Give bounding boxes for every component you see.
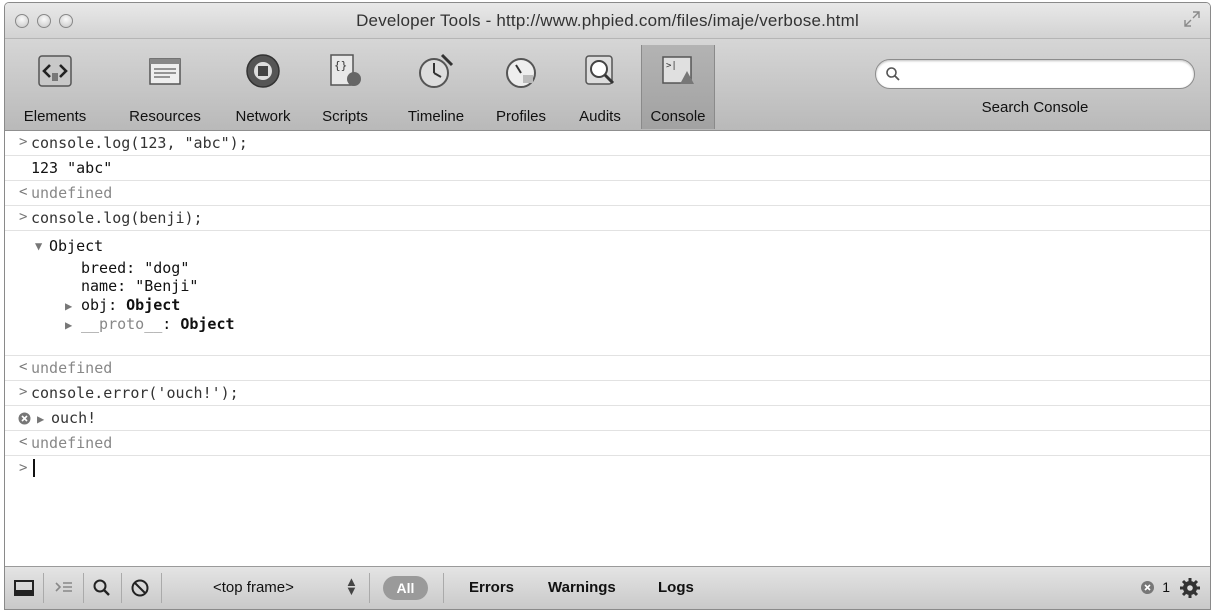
result-value: undefined: [31, 184, 113, 202]
result-value: undefined: [31, 434, 113, 452]
search-icon[interactable]: [91, 577, 113, 599]
collapsed-triangle-icon[interactable]: ▶: [65, 299, 72, 313]
console-icon: >|: [662, 56, 694, 84]
console-input-row: > console.log(benji);: [5, 206, 1210, 231]
error-icon: [1141, 581, 1154, 594]
error-message[interactable]: ouch!: [51, 409, 96, 427]
console-output[interactable]: > console.log(123, "abc"); 123 "abc" < u…: [5, 131, 1210, 568]
status-bar: <top frame> ▲ ▼ All Errors Warnings Logs …: [5, 566, 1210, 609]
title-bar: Developer Tools - http://www.phpied.com/…: [5, 3, 1210, 39]
tab-label: Audits: [579, 108, 621, 125]
text-caret: [33, 458, 35, 477]
tab-console[interactable]: >| Console: [641, 45, 715, 129]
svg-text:{}: {}: [334, 59, 347, 72]
console-command: console.error('ouch!');: [31, 384, 239, 402]
tab-label: Console: [650, 108, 706, 125]
result-value: undefined: [31, 359, 113, 377]
property-key: breed: [81, 259, 127, 277]
console-result-row: < undefined: [5, 431, 1210, 456]
devtools-window: Developer Tools - http://www.phpied.com/…: [4, 2, 1211, 610]
console-result-row: < undefined: [5, 356, 1210, 381]
tab-label: Scripts: [322, 108, 368, 125]
filter-errors-button[interactable]: Errors: [469, 579, 514, 596]
property-value: "Benji": [135, 277, 199, 295]
expanded-triangle-icon[interactable]: ▼: [35, 239, 42, 253]
collapsed-triangle-icon[interactable]: ▶: [65, 318, 72, 332]
timeline-icon: [419, 53, 454, 88]
divider: [443, 573, 444, 603]
resources-icon: [149, 58, 181, 85]
search-input[interactable]: [906, 64, 1186, 84]
search-console-field[interactable]: [875, 59, 1195, 89]
divider: [43, 573, 44, 603]
console-input-row: > console.error('ouch!');: [5, 381, 1210, 406]
object-property: breed: "dog": [81, 259, 190, 277]
show-console-drawer-icon[interactable]: [53, 577, 75, 599]
tab-profiles[interactable]: Profiles: [485, 45, 557, 129]
svg-text:>|: >|: [666, 61, 677, 71]
tab-label: Elements: [23, 108, 87, 125]
property-value: Object: [126, 296, 181, 314]
scripts-icon: {}: [330, 54, 361, 86]
collapsed-triangle-icon[interactable]: ▶: [37, 412, 44, 426]
property-value: "dog": [144, 259, 190, 277]
error-icon: [18, 412, 31, 425]
object-child[interactable]: obj: Object: [81, 296, 180, 314]
tab-label: Timeline: [407, 108, 465, 125]
object-header[interactable]: Object: [49, 237, 103, 255]
object-child[interactable]: __proto__: Object: [81, 315, 235, 333]
profiles-icon: [506, 58, 536, 88]
filter-all-button[interactable]: All: [383, 576, 428, 600]
object-tree: ▼ Object breed: "dog" name: "Benji" ▶ ob…: [5, 231, 1210, 356]
console-command: console.log(123, "abc");: [31, 134, 248, 152]
property-key: obj: [81, 296, 109, 314]
elements-icon: [38, 55, 72, 87]
prompt-input[interactable]: [31, 458, 35, 477]
console-error-row: ▶ ouch!: [5, 406, 1210, 431]
property-key: name: [81, 277, 118, 295]
divider: [83, 573, 84, 603]
object-property: name: "Benji": [81, 277, 199, 295]
tab-elements[interactable]: Elements: [11, 45, 99, 129]
property-key: __proto__: [81, 315, 163, 333]
chevron-up-down-icon[interactable]: ▲ ▼: [345, 575, 358, 597]
frame-selector[interactable]: <top frame>: [213, 579, 294, 596]
gear-icon[interactable]: [1178, 576, 1202, 600]
console-command: console.log(benji);: [31, 209, 203, 227]
network-icon: [246, 54, 280, 88]
tab-label: Network: [235, 108, 291, 125]
tab-audits[interactable]: Audits: [567, 45, 633, 129]
search-console-label: Search Console: [981, 99, 1089, 116]
tab-scripts[interactable]: {} Scripts: [311, 45, 379, 129]
tab-label: Profiles: [495, 108, 547, 125]
clear-console-icon[interactable]: [129, 577, 151, 599]
window-title: Developer Tools - http://www.phpied.com/…: [356, 11, 859, 30]
divider: [369, 573, 370, 603]
dock-toggle-icon[interactable]: [13, 577, 35, 599]
fullscreen-icon[interactable]: [1184, 11, 1200, 27]
filter-logs-button[interactable]: Logs: [658, 579, 694, 596]
console-prompt[interactable]: >: [5, 456, 1210, 568]
audits-icon: [585, 55, 615, 85]
filter-warnings-button[interactable]: Warnings: [548, 579, 616, 596]
log-message: 123 "abc": [31, 159, 113, 177]
tab-timeline[interactable]: Timeline: [393, 45, 479, 129]
tab-network[interactable]: Network: [221, 45, 305, 129]
divider: [121, 573, 122, 603]
tab-resources[interactable]: Resources: [117, 45, 213, 129]
console-log-row: 123 "abc": [5, 156, 1210, 181]
divider: [161, 573, 162, 603]
error-count[interactable]: 1: [1162, 579, 1170, 595]
search-icon: [886, 67, 900, 81]
property-value: Object: [180, 315, 235, 333]
console-result-row: < undefined: [5, 181, 1210, 206]
tab-label: Resources: [129, 108, 201, 125]
console-input-row: > console.log(123, "abc");: [5, 131, 1210, 156]
panel-toolbar: Elements Resources Network {} Scripts Ti…: [5, 39, 1210, 131]
